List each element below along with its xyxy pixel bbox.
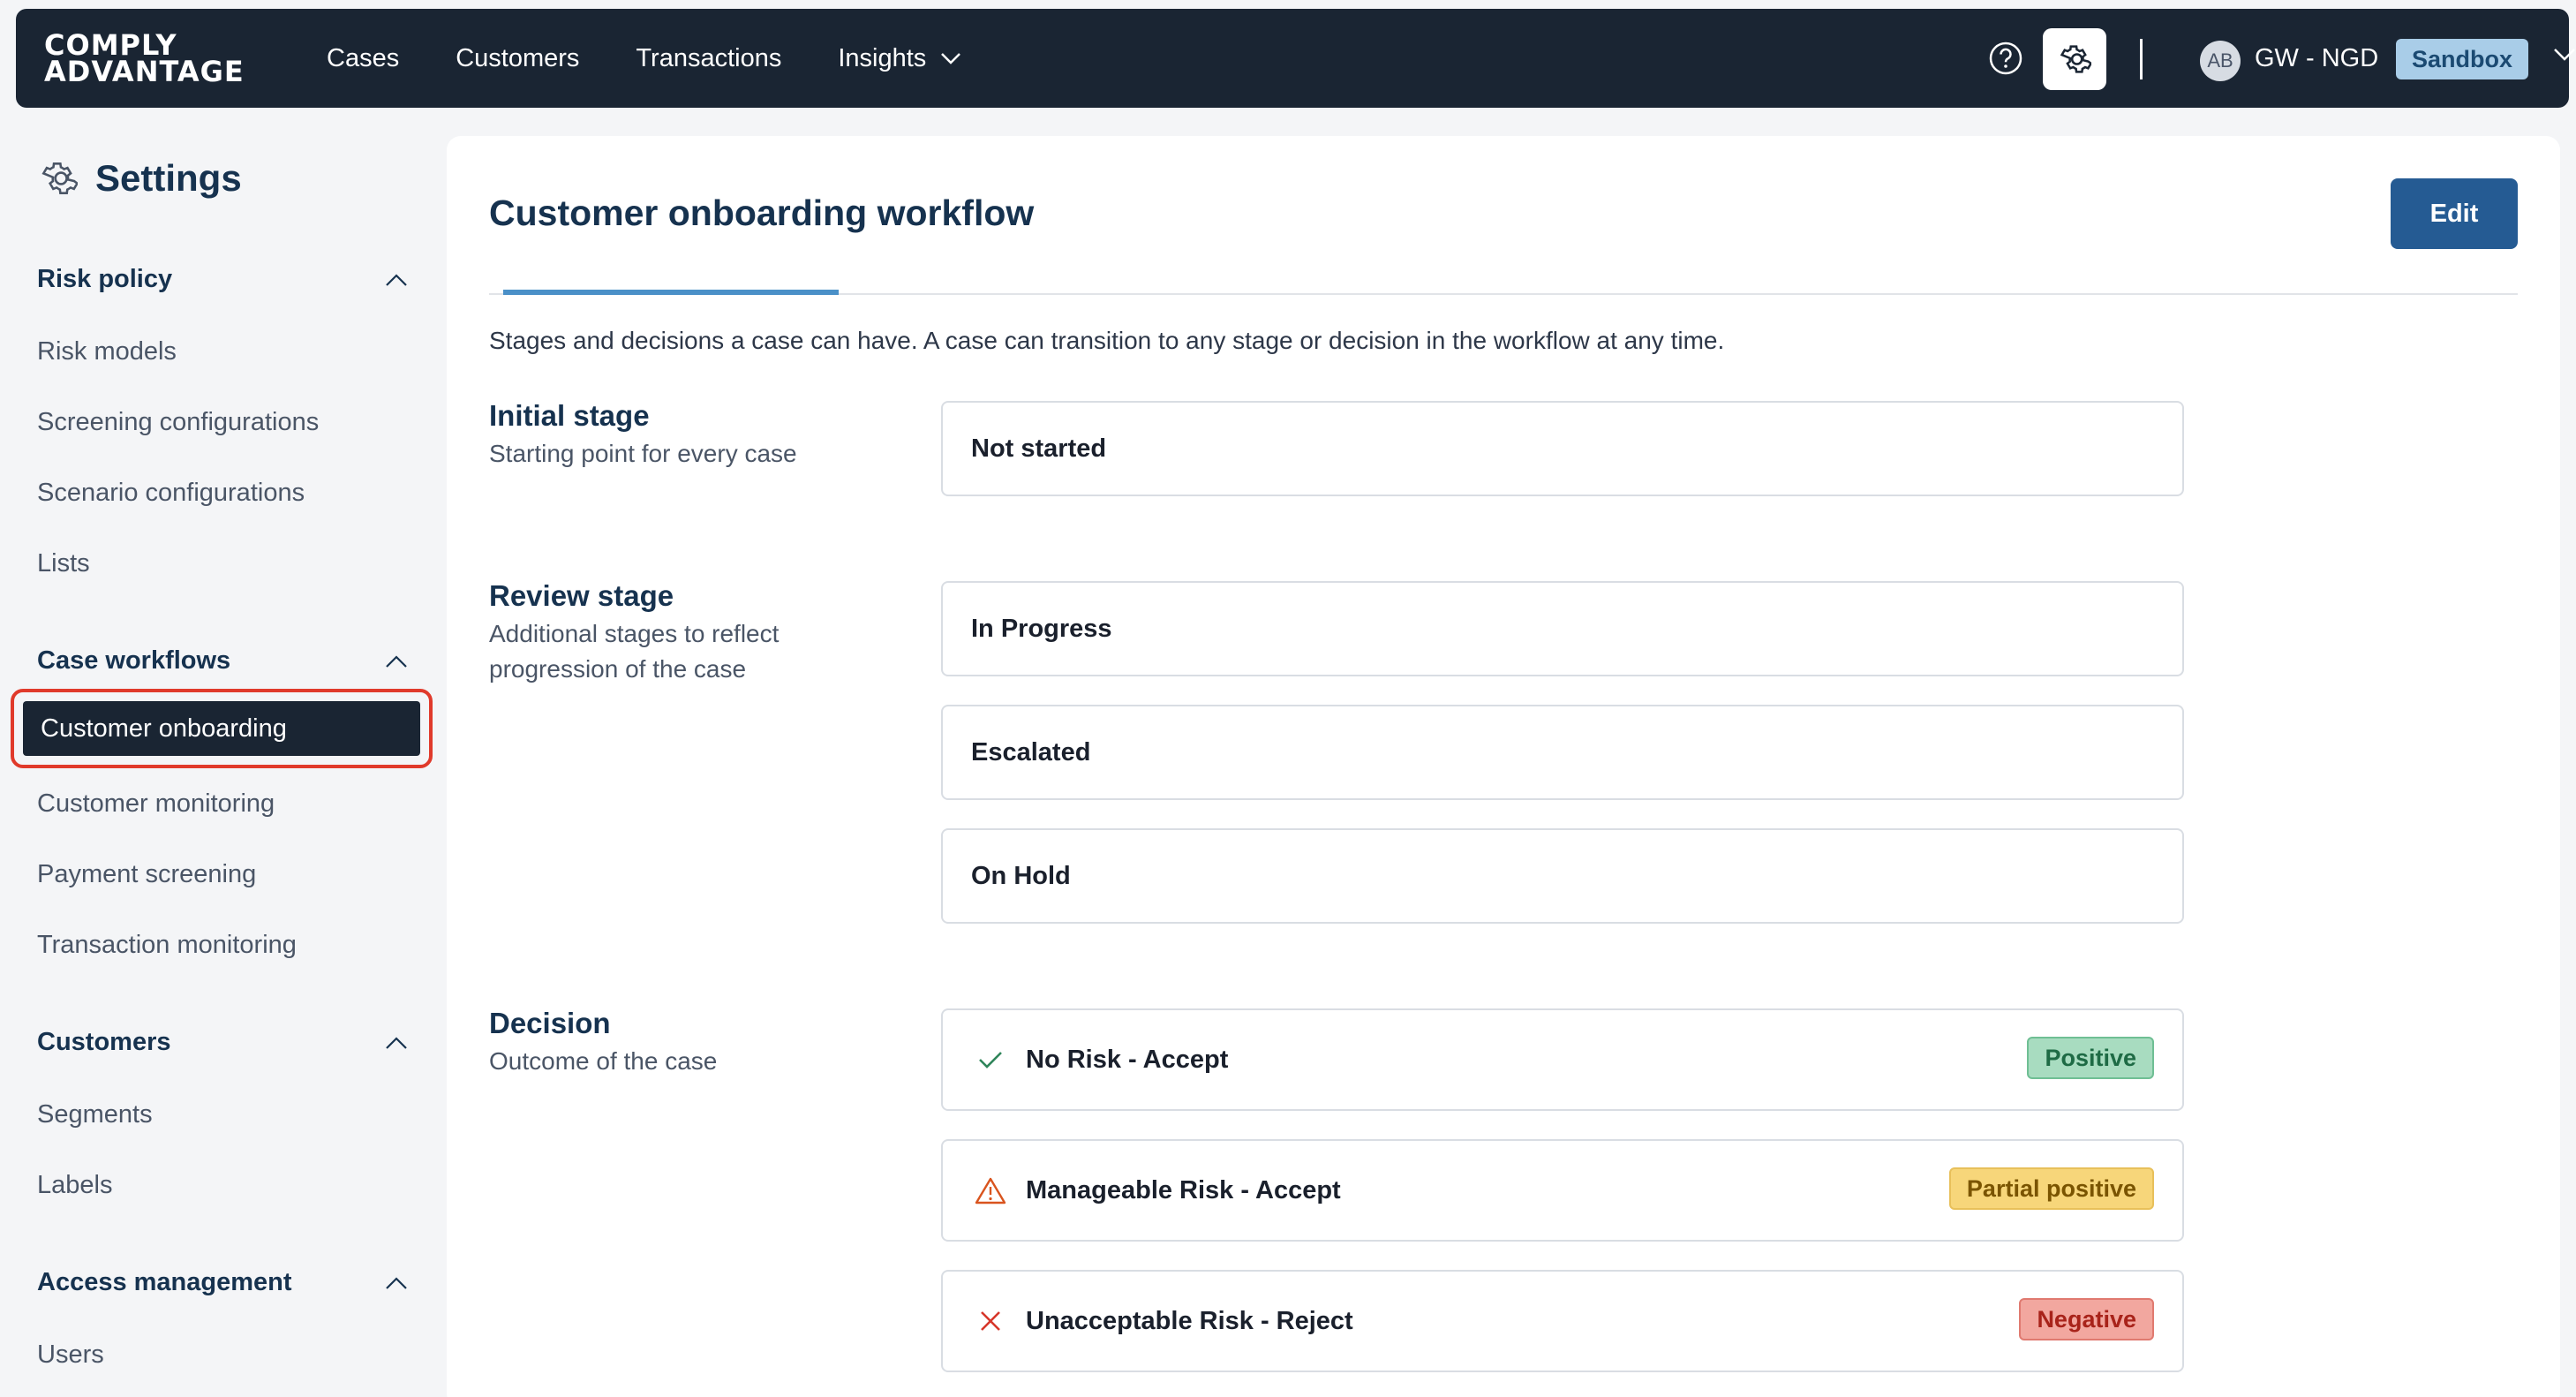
sidebar-item-segments[interactable]: Segments <box>37 1100 153 1129</box>
sidebar-item-payment-screening[interactable]: Payment screening <box>37 860 256 889</box>
section-risk-policy[interactable]: Risk policy <box>37 265 408 294</box>
gear-icon <box>2060 45 2091 73</box>
workflow-card: Customer onboarding workflow Edit Stages… <box>447 136 2560 1397</box>
decision-subtitle: Outcome of the case <box>489 1047 718 1075</box>
sidebar-item-scenario-configurations[interactable]: Scenario configurations <box>37 479 305 508</box>
decision-unacceptable-risk-reject: Unacceptable Risk - Reject Negative <box>941 1270 2184 1372</box>
chevron-up-icon <box>386 273 407 286</box>
sidebar-item-transaction-monitoring[interactable]: Transaction monitoring <box>37 931 297 960</box>
section-title: Customers <box>37 1028 171 1056</box>
nav-item-transactions[interactable]: Transactions <box>636 44 781 73</box>
brand-logo[interactable]: COMPLY ADVANTAGE <box>44 31 245 88</box>
nav-label-insights: Insights <box>838 43 927 72</box>
initial-stage-title: Initial stage <box>489 399 650 432</box>
sidebar-title: Settings <box>39 157 242 200</box>
header-divider <box>2140 39 2143 79</box>
close-x-icon <box>975 1305 1006 1337</box>
decision-label: No Risk - Accept <box>1026 1045 1229 1074</box>
settings-button[interactable] <box>2043 28 2106 90</box>
chevron-up-icon <box>386 1036 407 1049</box>
section-access-management[interactable]: Access management <box>37 1268 408 1297</box>
top-navigation-bar: COMPLY ADVANTAGE Cases Customers Transac… <box>16 9 2575 108</box>
sidebar-item-risk-models[interactable]: Risk models <box>37 337 177 366</box>
nav-item-cases[interactable]: Cases <box>327 44 399 73</box>
sidebar-item-customer-onboarding[interactable]: Customer onboarding <box>23 701 420 756</box>
sidebar-item-labels[interactable]: Labels <box>37 1171 112 1200</box>
nav-label-customers: Customers <box>456 43 580 72</box>
gear-icon <box>41 162 78 194</box>
user-menu-chevron-icon[interactable] <box>2553 48 2576 66</box>
status-badge-negative: Negative <box>2019 1298 2154 1340</box>
sidebar-title-text: Settings <box>95 157 242 199</box>
settings-sidebar: Settings Risk policy Risk models Screeni… <box>0 132 441 1397</box>
help-icon[interactable] <box>1986 39 2025 82</box>
review-stage-subtitle: Additional stages to reflect progression… <box>489 620 780 683</box>
edit-button[interactable]: Edit <box>2391 178 2518 249</box>
stage-escalated: Escalated <box>941 705 2184 800</box>
chevron-up-icon <box>386 1276 407 1289</box>
environment-badge: Sandbox <box>2396 39 2529 79</box>
highlight-frame: Customer onboarding <box>11 689 433 768</box>
review-stage-title: Review stage <box>489 579 674 612</box>
organization-name[interactable]: GW - NGD <box>2255 44 2378 73</box>
check-icon <box>975 1044 1006 1076</box>
avatar[interactable]: AB <box>2200 41 2241 81</box>
section-title: Case workflows <box>37 646 231 675</box>
workflow-description: Stages and decisions a case can have. A … <box>489 327 1725 354</box>
decision-label: Manageable Risk - Accept <box>1026 1175 1341 1204</box>
sidebar-item-lists[interactable]: Lists <box>37 549 90 578</box>
decision-title: Decision <box>489 1007 611 1039</box>
header-tools: AB GW - NGD Sandbox <box>1863 9 2575 108</box>
warning-triangle-icon <box>975 1174 1006 1206</box>
sidebar-item-screening-configurations[interactable]: Screening configurations <box>37 408 319 437</box>
chevron-up-icon <box>386 654 407 668</box>
logo-line-2: ADVANTAGE <box>44 55 245 88</box>
nav-label-cases: Cases <box>327 43 400 72</box>
sidebar-item-users[interactable]: Users <box>37 1340 104 1370</box>
nav-item-customers[interactable]: Customers <box>456 44 579 73</box>
stage-not-started: Not started <box>941 401 2184 496</box>
status-badge-positive: Positive <box>2027 1037 2154 1079</box>
page-title: Customer onboarding workflow <box>489 193 1035 233</box>
nav-label-transactions: Transactions <box>636 43 782 72</box>
stage-on-hold: On Hold <box>941 828 2184 924</box>
section-customers[interactable]: Customers <box>37 1028 408 1057</box>
section-case-workflows[interactable]: Case workflows <box>37 646 408 676</box>
section-title: Risk policy <box>37 265 173 293</box>
status-badge-partial-positive: Partial positive <box>1948 1167 2154 1210</box>
decision-label: Unacceptable Risk - Reject <box>1026 1306 1353 1335</box>
decision-no-risk-accept: No Risk - Accept Positive <box>941 1008 2184 1111</box>
nav-item-insights[interactable]: Insights <box>838 44 961 73</box>
sidebar-item-customer-monitoring[interactable]: Customer monitoring <box>37 789 275 819</box>
stage-in-progress: In Progress <box>941 581 2184 676</box>
main-nav: Cases Customers Transactions Insights <box>327 9 1018 108</box>
initial-stage-subtitle: Starting point for every case <box>489 440 797 467</box>
chevron-down-icon <box>941 53 961 64</box>
section-title: Access management <box>37 1268 292 1296</box>
tab-active-indicator[interactable] <box>503 290 839 295</box>
decision-manageable-risk-accept: Manageable Risk - Accept Partial positiv… <box>941 1139 2184 1242</box>
